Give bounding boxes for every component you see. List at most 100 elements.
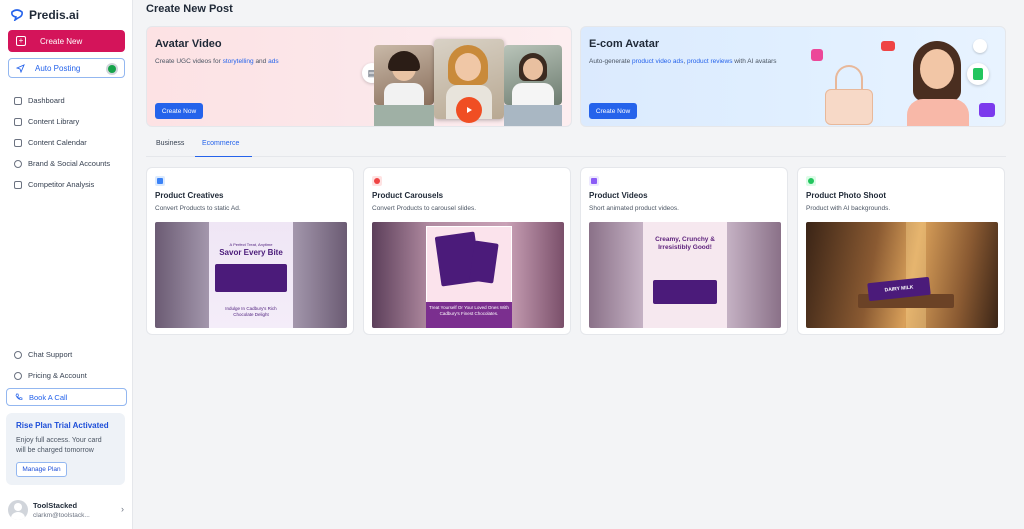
avatar-thumb-3 <box>374 105 434 126</box>
avatar-thumb-2 <box>504 45 562 105</box>
avatar-video-illustration: ▤ <box>362 39 567 126</box>
hero-title: Avatar Video <box>155 38 222 50</box>
sidebar-item-brand-social[interactable]: Brand & Social Accounts <box>0 153 133 174</box>
sidebar-item-label: Pricing & Account <box>28 371 87 380</box>
hero-description: Auto-generate product video ads, product… <box>589 58 777 65</box>
carousel-icon <box>372 176 382 186</box>
product-carousels-preview: Treat Yourself Or Your Loved Ones With C… <box>372 222 564 328</box>
creative-headline: Savor Every Bite <box>219 248 283 257</box>
logo-text: Predis.ai <box>29 8 80 22</box>
card-description: Short animated product videos. <box>589 205 679 212</box>
product-videos-card[interactable]: Product Videos Short animated product vi… <box>580 167 788 335</box>
user-profile[interactable]: ToolStacked clarkm@toolstack... › <box>8 497 128 523</box>
trial-description: Enjoy full access. Your card will be cha… <box>16 436 115 456</box>
ads-link[interactable]: ads <box>268 58 278 65</box>
category-tabs: Business Ecommerce <box>146 137 1006 157</box>
sidebar-item-pricing-account[interactable]: Pricing & Account <box>0 365 133 386</box>
sidebar-item-dashboard[interactable]: Dashboard <box>0 90 133 111</box>
home-icon <box>14 96 22 105</box>
sidebar-item-competitor-analysis[interactable]: Competitor Analysis <box>0 174 133 195</box>
page-title: Create New Post <box>146 3 233 15</box>
hero-desc-text: and <box>253 58 269 65</box>
woocommerce-icon <box>979 103 995 117</box>
avatar-thumb-1 <box>374 45 434 105</box>
trial-desc-line2: will be charged tomorrow <box>16 447 94 454</box>
carousel-footer-text: Treat Yourself Or Your Loved Ones With C… <box>429 305 509 316</box>
card-title: Product Carousels <box>372 191 444 200</box>
product-carousels-card[interactable]: Product Carousels Convert Products to ca… <box>363 167 571 335</box>
predis-logo-icon <box>11 9 23 21</box>
book-call-label: Book A Call <box>29 392 68 402</box>
shopify-icon <box>967 63 989 85</box>
sidebar-item-label: Brand & Social Accounts <box>28 159 111 168</box>
sidebar-nav: Dashboard Content Library Content Calend… <box>0 90 133 195</box>
product-reviews-link[interactable]: product reviews <box>687 58 733 65</box>
hero-title: E-com Avatar <box>589 38 660 50</box>
avatar-video-card[interactable]: Avatar Video Create UGC videos for story… <box>146 26 572 127</box>
sidebar-item-label: Chat Support <box>28 350 73 359</box>
storytelling-link[interactable]: storytelling <box>223 58 254 65</box>
chocolate-bar-image <box>215 264 287 292</box>
video-icon <box>589 176 599 186</box>
sidebar-item-content-library[interactable]: Content Library <box>0 111 133 132</box>
product-video-ads-link[interactable]: product video ads <box>632 58 683 65</box>
library-icon <box>14 117 22 126</box>
sidebar-item-content-calendar[interactable]: Content Calendar <box>0 132 133 153</box>
create-new-button[interactable]: + Create New <box>8 30 125 52</box>
manage-plan-button[interactable]: Manage Plan <box>16 462 67 477</box>
plus-icon: + <box>16 36 26 46</box>
card-description: Convert Products to carousel slides. <box>372 205 477 212</box>
chart-icon <box>14 180 22 189</box>
sidebar-item-label: Content Library <box>28 117 80 126</box>
calendar-icon <box>14 138 22 147</box>
ecom-avatar-create-button[interactable]: Create Now <box>589 103 637 119</box>
sidebar: Predis.ai + Create New Auto Posting Dash… <box>0 0 133 529</box>
avatar-thumb-4 <box>504 105 562 126</box>
tab-ecommerce[interactable]: Ecommerce <box>195 140 252 157</box>
tab-business[interactable]: Business <box>156 140 186 157</box>
handbag-image <box>821 65 877 126</box>
card-description: Product with AI backgrounds. <box>806 205 891 212</box>
auto-posting-button[interactable]: Auto Posting <box>8 58 125 78</box>
product-photo-shoot-card[interactable]: Product Photo Shoot Product with AI back… <box>797 167 1005 335</box>
brand-icon <box>14 159 22 168</box>
auto-posting-label: Auto Posting <box>35 63 81 73</box>
chat-icon <box>14 350 22 359</box>
card-description: Convert Products to static Ad. <box>155 205 241 212</box>
card-title: Product Videos <box>589 191 648 200</box>
sidebar-item-label: Dashboard <box>28 96 65 105</box>
product-creatives-card[interactable]: Product Creatives Convert Products to st… <box>146 167 354 335</box>
sidebar-item-label: Competitor Analysis <box>28 180 95 189</box>
card-title: Product Creatives <box>155 191 224 200</box>
user-email: clarkm@toolstack... <box>33 512 90 519</box>
play-button-icon[interactable] <box>456 97 482 123</box>
youtube-icon <box>881 41 895 51</box>
chevron-right-icon[interactable]: › <box>121 504 124 514</box>
chocolate-bar-image <box>653 280 717 304</box>
photo-shoot-product-label: DAIRY MILK <box>884 284 914 294</box>
logo[interactable]: Predis.ai <box>10 8 79 22</box>
shop-icon <box>811 49 823 61</box>
trial-desc-line1: Enjoy full access. Your card <box>16 437 102 444</box>
hero-desc-text: Auto-generate <box>589 58 633 65</box>
hero-desc-text: Create UGC videos for <box>155 58 223 65</box>
hero-desc-text: with AI avatars <box>732 58 777 65</box>
ecom-avatar-card[interactable]: E-com Avatar Auto-generate product video… <box>580 26 1006 127</box>
avatar-video-create-button[interactable]: Create Now <box>155 103 203 119</box>
sidebar-item-label: Content Calendar <box>28 138 87 147</box>
auto-posting-status-toggle[interactable] <box>108 65 116 73</box>
sidebar-item-chat-support[interactable]: Chat Support <box>0 344 133 365</box>
product-creatives-preview: A Perfect Treat, Anytime Savor Every Bit… <box>155 222 347 328</box>
trial-banner: Rise Plan Trial Activated Enjoy full acc… <box>6 413 125 485</box>
creative-subtitle: A Perfect Treat, Anytime <box>229 242 273 247</box>
user-info: ToolStacked clarkm@toolstack... <box>33 501 90 519</box>
card-title: Product Photo Shoot <box>806 191 886 200</box>
send-icon <box>16 63 25 73</box>
video-headline: Creamy, Crunchy & Irresistibly Good! <box>655 236 715 251</box>
phone-icon <box>15 393 23 400</box>
user-name: ToolStacked <box>33 501 78 510</box>
product-photo-shoot-preview: DAIRY MILK <box>806 222 998 328</box>
hero-description: Create UGC videos for storytelling and a… <box>155 58 279 65</box>
sidebar-bottom-nav: Chat Support Pricing & Account <box>0 344 133 386</box>
book-call-button[interactable]: Book A Call <box>6 388 127 406</box>
